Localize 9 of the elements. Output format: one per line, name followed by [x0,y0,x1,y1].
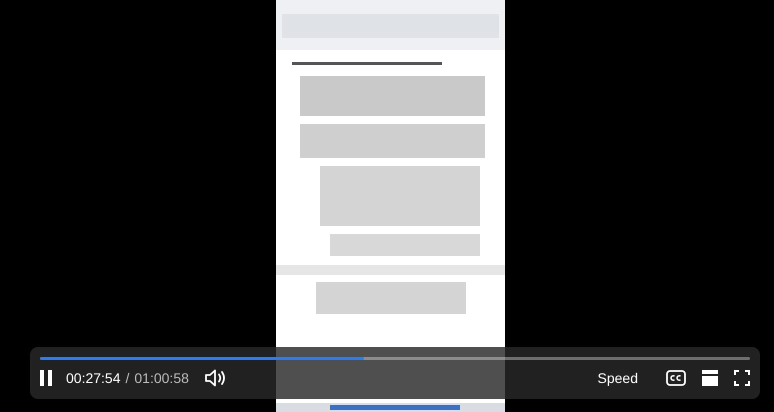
fullscreen-button[interactable] [734,370,750,386]
volume-button[interactable] [204,369,227,387]
elapsed-time: 00:27:54 [66,370,120,386]
total-duration: 01:00:58 [134,370,189,386]
speed-button[interactable]: Speed [598,370,638,386]
captions-button[interactable] [666,370,686,386]
time-separator: / [126,370,130,386]
clapperboard-icon[interactable] [702,370,718,386]
pause-button[interactable] [40,370,52,386]
